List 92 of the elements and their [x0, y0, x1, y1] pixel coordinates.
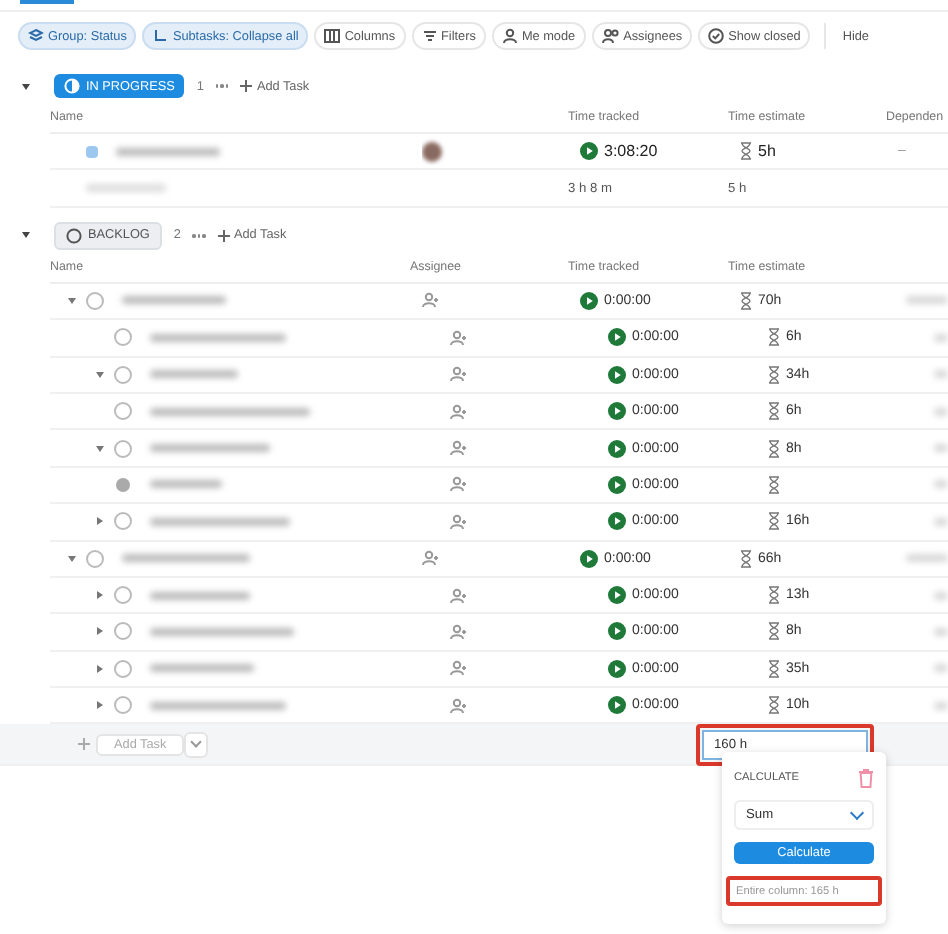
hourglass-icon: [768, 586, 780, 605]
blurred-value: [906, 554, 948, 563]
plus-icon: [217, 229, 230, 242]
play-icon[interactable]: [608, 439, 626, 458]
blurred-value: [934, 701, 948, 710]
assign-icon[interactable]: [450, 587, 468, 604]
blurred-task-name: [150, 444, 270, 453]
blurred-task-name: [116, 147, 220, 156]
blurred-task-name: [150, 627, 294, 636]
check-circle-icon: [708, 28, 725, 44]
blurred-task-name: [150, 664, 254, 673]
hourglass-icon: [768, 475, 780, 494]
blurred-value: [934, 444, 948, 453]
assign-icon[interactable]: [450, 513, 468, 530]
blurred-value: [906, 296, 948, 305]
time-tracked: 3:08:20: [604, 142, 658, 161]
caret-icon[interactable]: [95, 445, 103, 452]
blurred-value: [934, 333, 948, 342]
status-icon: [64, 78, 80, 94]
caret-icon[interactable]: [67, 555, 75, 562]
play-icon[interactable]: [608, 586, 626, 605]
play-icon[interactable]: [608, 328, 626, 347]
hourglass-icon: [740, 142, 752, 161]
blurred-task-name: [150, 591, 250, 600]
blurred-task-name: [150, 517, 290, 526]
blurred-value: [934, 370, 948, 379]
blurred-task-name: [122, 554, 250, 563]
play-icon[interactable]: [580, 142, 598, 161]
status-icon: [66, 227, 82, 244]
blurred-task-name: [150, 333, 286, 342]
caret-icon[interactable]: [95, 371, 103, 378]
hourglass-icon: [768, 696, 780, 715]
assign-icon[interactable]: [450, 440, 468, 457]
play-icon[interactable]: [608, 512, 626, 531]
play-icon[interactable]: [608, 659, 626, 678]
play-icon[interactable]: [608, 696, 626, 715]
blurred-task-name: [86, 184, 166, 193]
play-icon[interactable]: [608, 365, 626, 384]
blurred-task-name: [150, 701, 286, 710]
caret-icon[interactable]: [67, 297, 75, 304]
assign-icon[interactable]: [450, 403, 468, 420]
assign-icon[interactable]: [422, 292, 440, 309]
caret-icon[interactable]: [96, 701, 102, 710]
hourglass-icon: [768, 402, 780, 421]
assign-icon[interactable]: [450, 660, 468, 677]
plus-icon[interactable]: [78, 738, 90, 751]
plus-icon: [240, 80, 253, 92]
assign-icon[interactable]: [450, 366, 468, 383]
filter-icon: [421, 28, 438, 44]
hourglass-icon: [768, 512, 780, 531]
time-estimate: 5h: [758, 142, 776, 161]
status-icon[interactable]: [86, 145, 98, 158]
layers-icon: [28, 28, 44, 44]
blurred-task-name: [150, 370, 238, 379]
caret-icon[interactable]: [96, 664, 102, 673]
hourglass-icon: [768, 328, 780, 347]
blurred-value: [934, 407, 948, 416]
assign-icon[interactable]: [450, 623, 468, 640]
blurred-value: [934, 627, 948, 636]
subtasks-icon: [152, 28, 169, 44]
hourglass-icon: [768, 622, 780, 641]
caret-icon[interactable]: [96, 517, 102, 526]
blurred-value: [934, 480, 948, 489]
hourglass-icon: [740, 549, 752, 568]
hourglass-icon: [768, 659, 780, 678]
blurred-task-name: [122, 296, 226, 305]
hourglass-icon: [768, 365, 780, 384]
person-icon: [501, 28, 518, 44]
hourglass-icon: [740, 291, 752, 310]
play-icon[interactable]: [580, 291, 598, 310]
hourglass-icon: [768, 439, 780, 458]
caret-icon[interactable]: [96, 591, 102, 600]
play-icon[interactable]: [608, 475, 626, 494]
assign-icon[interactable]: [422, 550, 440, 567]
caret-icon[interactable]: [96, 627, 102, 636]
trash-icon[interactable]: [858, 768, 874, 788]
blurred-value: [934, 591, 948, 600]
play-icon[interactable]: [608, 622, 626, 641]
play-icon[interactable]: [608, 402, 626, 421]
blurred-value: [934, 664, 948, 673]
columns-icon: [324, 28, 341, 44]
assign-icon[interactable]: [450, 329, 468, 346]
caret-icon[interactable]: [22, 83, 30, 89]
people-icon: [601, 28, 620, 44]
assign-icon[interactable]: [450, 697, 468, 714]
caret-icon[interactable]: [22, 232, 30, 239]
blurred-task-name: [150, 480, 222, 489]
assign-icon[interactable]: [450, 476, 468, 493]
status-icon[interactable]: [116, 477, 130, 492]
blurred-value: [934, 517, 948, 526]
play-icon[interactable]: [580, 549, 598, 568]
dropdown-button[interactable]: [184, 731, 209, 758]
